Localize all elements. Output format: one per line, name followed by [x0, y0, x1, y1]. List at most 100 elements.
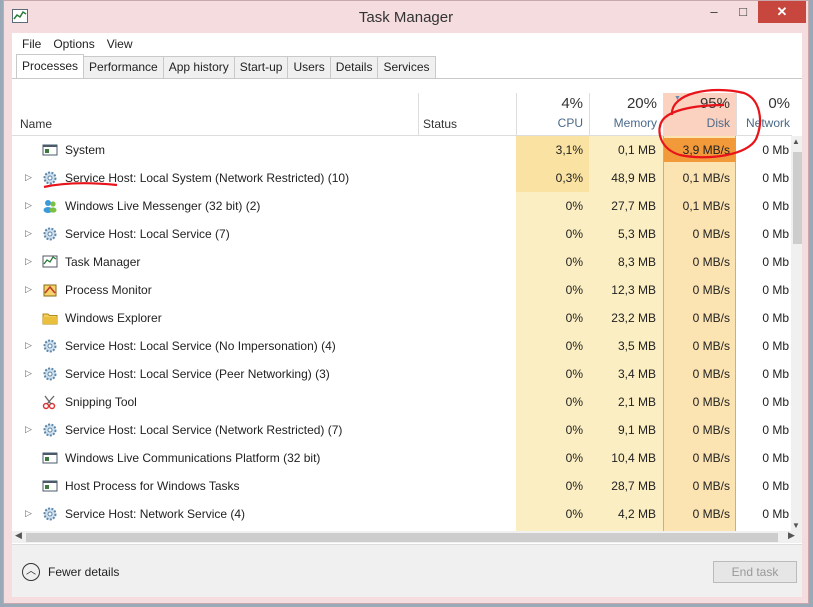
maximize-button[interactable]: □ [729, 1, 757, 23]
process-cpu: 0% [565, 451, 583, 465]
menu-options[interactable]: Options [47, 37, 100, 51]
process-memory: 27,7 MB [611, 199, 656, 213]
process-memory: 8,3 MB [617, 255, 656, 269]
process-row[interactable]: ▷ Service Host: Local System (Network Res… [12, 164, 792, 192]
title-bar[interactable]: Task Manager – □ ✕ [4, 1, 808, 33]
network-total: 0% [768, 95, 790, 112]
menu-bar: File Options View [12, 33, 802, 55]
process-cpu: 0% [565, 507, 583, 521]
horizontal-scrollbar[interactable]: ◀ ▶ [12, 530, 802, 543]
process-row[interactable]: Windows Explorer 0% 23,2 MB 0 MB/s 0 Mb [12, 304, 792, 332]
column-header-cpu[interactable]: 4% CPU [516, 93, 589, 136]
tab-start-up[interactable]: Start-up [233, 56, 289, 78]
tab-services[interactable]: Services [377, 56, 436, 78]
process-network: 0 Mb [762, 479, 789, 493]
process-network: 0 Mb [762, 227, 789, 241]
process-name: Windows Explorer [65, 311, 162, 325]
fewer-details-label: Fewer details [48, 565, 120, 579]
column-header-network[interactable]: 0% Network [736, 93, 796, 136]
process-row[interactable]: ▷ Process Monitor 0% 12,3 MB 0 MB/s 0 Mb [12, 276, 792, 304]
folder-icon [42, 310, 58, 326]
process-memory: 12,3 MB [611, 283, 656, 297]
process-row[interactable]: ▷ Service Host: Local Service (7) 0% 5,3 MB… [12, 220, 792, 248]
gear-icon [42, 422, 58, 438]
process-memory: 5,3 MB [617, 227, 656, 241]
gear-icon [42, 170, 58, 186]
process-network: 0 Mb [762, 199, 789, 213]
process-row[interactable]: ▷ Windows Live Messenger (32 bit) (2) 0% 27… [12, 192, 792, 220]
process-cpu: 3,1% [555, 143, 583, 157]
process-row[interactable]: ▷ Service Host: Network Service (4) 0% 4,2 … [12, 500, 792, 528]
column-header-row: Name Status 4% CPU 20% Memory ▼ 95% Disk… [12, 93, 792, 136]
vertical-scrollbar[interactable]: ▲ ▼ [791, 136, 802, 531]
scroll-down-icon[interactable]: ▼ [792, 521, 800, 530]
window-icon [42, 478, 58, 494]
process-cpu: 0% [565, 311, 583, 325]
expand-arrow-icon[interactable]: ▷ [25, 508, 32, 519]
process-memory: 23,2 MB [611, 311, 656, 325]
column-header-status-label: Status [423, 117, 458, 131]
network-label: Network [745, 116, 790, 130]
expand-arrow-icon[interactable]: ▷ [25, 256, 32, 267]
process-row[interactable]: Snipping Tool 0% 2,1 MB 0 MB/s 0 Mb [12, 388, 792, 416]
tab-performance[interactable]: Performance [83, 56, 164, 78]
process-disk: 0 MB/s [692, 367, 730, 381]
tab-processes[interactable]: Processes [16, 54, 85, 78]
expand-arrow-icon[interactable]: ▷ [25, 200, 32, 211]
process-disk: 0 MB/s [692, 255, 730, 269]
cpu-label: CPU [557, 116, 583, 130]
process-row[interactable]: Host Process for Windows Tasks 0% 28,7 MB 0… [12, 472, 792, 500]
column-header-memory[interactable]: 20% Memory [589, 93, 663, 136]
expand-arrow-icon[interactable]: ▷ [25, 368, 32, 379]
process-memory: 9,1 MB [617, 423, 656, 437]
disk-label: Disk [706, 116, 730, 130]
process-network: 0 Mb [762, 395, 789, 409]
end-task-button[interactable]: End task [713, 561, 797, 583]
column-header-disk[interactable]: ▼ 95% Disk [663, 93, 736, 136]
scissors-icon [42, 394, 58, 410]
process-name: Windows Live Communications Platform (32… [65, 451, 321, 465]
close-button[interactable]: ✕ [758, 1, 806, 23]
process-row[interactable]: ▷ Service Host: Local Service (No Imperso… [12, 332, 792, 360]
process-cpu: 0% [565, 367, 583, 381]
process-memory: 4,2 MB [617, 507, 656, 521]
expand-arrow-icon[interactable]: ▷ [25, 228, 32, 239]
scroll-left-icon[interactable]: ◀ [15, 530, 22, 541]
tab-users[interactable]: Users [287, 56, 331, 78]
expand-arrow-icon[interactable]: ▷ [25, 424, 32, 435]
process-row[interactable]: Windows Live Communications Platform (32… [12, 444, 792, 472]
tab-app-history[interactable]: App history [162, 56, 235, 78]
process-cpu: 0,3% [555, 171, 583, 185]
minimize-button[interactable]: – [700, 1, 728, 23]
fewer-details-button[interactable]: ︿ Fewer details [22, 563, 119, 581]
process-memory: 48,9 MB [611, 171, 656, 185]
window-icon [42, 142, 58, 158]
menu-file[interactable]: File [16, 37, 47, 51]
process-row[interactable]: ▷ Task Manager 0% 8,3 MB 0 MB/s 0 Mb [12, 248, 792, 276]
process-row[interactable]: ▷ Service Host: Local Service (Peer Netwo… [12, 360, 792, 388]
process-list: System 3,1% 0,1 MB 3,9 MB/s 0 Mb ▷ Service Hos… [12, 136, 792, 531]
process-cpu: 0% [565, 227, 583, 241]
scroll-right-icon[interactable]: ▶ [788, 530, 795, 541]
process-name: Service Host: Local Service (7) [65, 227, 230, 241]
process-row[interactable]: ▷ Service Host: Local Service (Network Re… [12, 416, 792, 444]
process-cpu: 0% [565, 479, 583, 493]
process-row[interactable]: System 3,1% 0,1 MB 3,9 MB/s 0 Mb [12, 136, 792, 164]
vertical-scroll-thumb[interactable] [793, 152, 802, 244]
column-header-name[interactable]: Name [20, 117, 52, 131]
column-header-status[interactable]: Status [418, 93, 516, 136]
process-network: 0 Mb [762, 451, 789, 465]
expand-arrow-icon[interactable]: ▷ [25, 172, 32, 183]
process-cpu: 0% [565, 339, 583, 353]
expand-arrow-icon[interactable]: ▷ [25, 340, 32, 351]
process-name: Service Host: Local Service (Network Res… [65, 423, 343, 437]
process-disk: 0 MB/s [692, 227, 730, 241]
tab-divider [12, 78, 802, 79]
menu-view[interactable]: View [101, 37, 139, 51]
expand-arrow-icon[interactable]: ▷ [25, 284, 32, 295]
horizontal-scroll-thumb[interactable] [26, 533, 778, 542]
tab-details[interactable]: Details [329, 56, 379, 78]
scroll-up-icon[interactable]: ▲ [792, 137, 800, 146]
window-title: Task Manager [358, 9, 454, 26]
window-icon [42, 450, 58, 466]
